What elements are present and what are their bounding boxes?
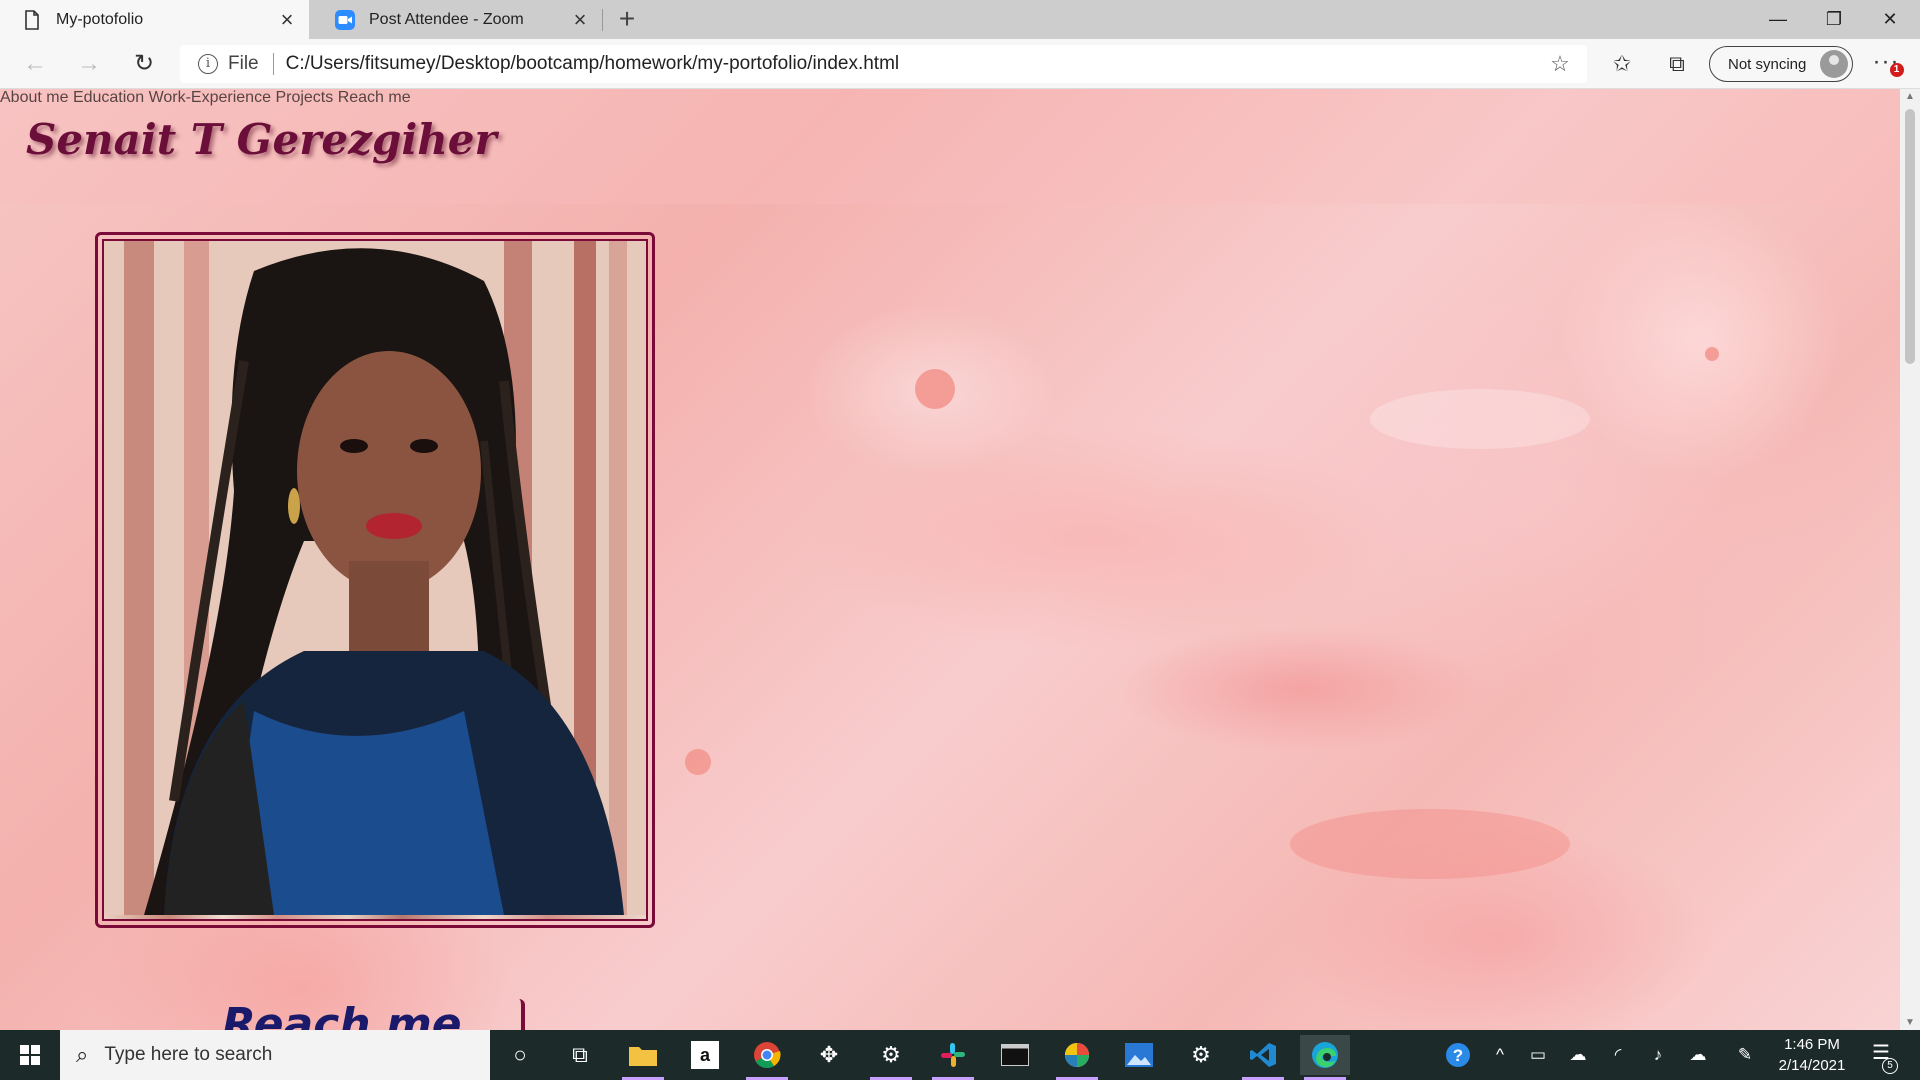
onedrive-icon[interactable]: ☁ bbox=[1683, 1030, 1713, 1080]
tab-title: My-potofolio bbox=[56, 10, 144, 28]
page-viewport: Senait T Gerezgiher About me Education W… bbox=[0, 89, 1900, 1030]
amazon-icon[interactable]: a bbox=[680, 1035, 730, 1075]
cloud-error-icon[interactable]: ☁ bbox=[1563, 1030, 1593, 1080]
search-icon: ⌕ bbox=[76, 1042, 89, 1067]
tab-my-potofolio[interactable]: My-potofolio × bbox=[0, 0, 309, 39]
battery-icon[interactable]: ▭ bbox=[1523, 1030, 1553, 1080]
file-explorer-icon[interactable] bbox=[618, 1035, 668, 1080]
scheme-label: File bbox=[228, 53, 259, 74]
browser-toolbar: ← → ↻ i File C:/Users/fitsumey/Desktop/b… bbox=[0, 39, 1920, 89]
scroll-up-icon[interactable]: ▲ bbox=[1904, 91, 1916, 102]
svg-text:?: ? bbox=[1453, 1046, 1463, 1065]
site-title: Senait T Gerezgiher bbox=[26, 115, 497, 164]
profile-photo bbox=[102, 239, 648, 921]
notification-count: 5 bbox=[1882, 1058, 1898, 1074]
dropbox-icon[interactable]: ✥ bbox=[804, 1035, 854, 1075]
portrait-illustration bbox=[104, 241, 646, 915]
help-icon[interactable]: ? bbox=[1440, 1030, 1476, 1080]
close-tab-icon[interactable]: × bbox=[566, 6, 594, 34]
tab-post-attendee-zoom[interactable]: Post Attendee - Zoom × bbox=[313, 0, 602, 39]
svg-text:a: a bbox=[700, 1045, 711, 1065]
taskbar-search-input[interactable]: ⌕ Type here to search bbox=[60, 1030, 490, 1080]
forward-icon[interactable]: → bbox=[72, 47, 106, 81]
tab-separator bbox=[602, 9, 603, 31]
close-window-icon[interactable]: ✕ bbox=[1862, 0, 1918, 39]
background-blob bbox=[1290, 809, 1570, 879]
background-blob bbox=[1705, 347, 1719, 361]
background-blob bbox=[1370, 389, 1590, 449]
section-rule bbox=[519, 999, 525, 1030]
profile-avatar-icon bbox=[1820, 50, 1848, 78]
task-view-icon[interactable]: ⧉ bbox=[555, 1035, 605, 1075]
vscode-icon[interactable] bbox=[1238, 1035, 1288, 1080]
pen-icon[interactable]: ✎ bbox=[1730, 1030, 1760, 1080]
address-bar[interactable]: i File C:/Users/fitsumey/Desktop/bootcam… bbox=[180, 45, 1587, 83]
slack-icon[interactable] bbox=[928, 1035, 978, 1080]
chrome-icon[interactable] bbox=[742, 1035, 792, 1080]
section-heading: Reach me bbox=[222, 999, 462, 1030]
page-scrollbar[interactable]: ▲ ▼ bbox=[1900, 89, 1920, 1030]
photos-icon[interactable] bbox=[1114, 1035, 1164, 1075]
wifi-icon[interactable]: ◜ bbox=[1603, 1030, 1633, 1080]
background-blob bbox=[915, 369, 955, 409]
sync-label: Not syncing bbox=[1728, 55, 1807, 73]
zoom-icon bbox=[335, 9, 355, 30]
tab-title: Post Attendee - Zoom bbox=[369, 10, 524, 28]
taskbar: ⌕ Type here to search ○ ⧉ a ✥ ⚙ ⚙ ? ^ ▭ bbox=[0, 1030, 1920, 1080]
clock-time: 1:46 PM bbox=[1784, 1036, 1840, 1053]
scroll-down-icon[interactable]: ▼ bbox=[1904, 1017, 1916, 1028]
tab-strip: My-potofolio × Post Attendee - Zoom × + … bbox=[0, 0, 1920, 39]
url-text[interactable]: C:/Users/fitsumey/Desktop/bootcamp/homew… bbox=[286, 53, 1545, 75]
edge-icon[interactable] bbox=[1300, 1035, 1350, 1080]
scroll-thumb[interactable] bbox=[1905, 109, 1915, 364]
clock-date: 2/14/2021 bbox=[1778, 1057, 1846, 1074]
show-hidden-icons-icon[interactable]: ^ bbox=[1485, 1030, 1515, 1080]
info-icon[interactable]: i bbox=[198, 54, 218, 74]
back-icon[interactable]: ← bbox=[18, 47, 52, 81]
windows-start-icon[interactable] bbox=[0, 1030, 60, 1080]
minimize-icon[interactable]: — bbox=[1750, 0, 1806, 39]
collections-icon[interactable]: ⧉ bbox=[1662, 49, 1692, 79]
profile-photo-frame bbox=[95, 232, 655, 928]
favorite-star-icon[interactable]: ☆ bbox=[1545, 51, 1575, 77]
restore-icon[interactable]: ❐ bbox=[1806, 0, 1862, 39]
volume-icon[interactable]: ♪ bbox=[1643, 1030, 1673, 1080]
search-placeholder: Type here to search bbox=[104, 1044, 273, 1065]
cortana-icon[interactable]: ○ bbox=[495, 1035, 545, 1075]
tools-icon[interactable]: ⚙ bbox=[1176, 1035, 1226, 1075]
terminal-icon[interactable] bbox=[990, 1035, 1040, 1075]
close-tab-icon[interactable]: × bbox=[273, 6, 301, 34]
settings-menu-icon[interactable]: ··· 1 bbox=[1868, 49, 1904, 79]
notifications-icon[interactable]: ☰ 5 bbox=[1866, 1040, 1898, 1074]
sync-button[interactable]: Not syncing bbox=[1709, 46, 1853, 82]
new-tab-icon[interactable]: + bbox=[612, 4, 642, 34]
photos-app-icon[interactable] bbox=[1052, 1035, 1102, 1080]
system-clock[interactable]: 1:46 PM 2/14/2021 bbox=[1772, 1034, 1852, 1076]
background-blob bbox=[685, 749, 711, 775]
reload-icon[interactable]: ↻ bbox=[127, 47, 161, 81]
settings-icon[interactable]: ⚙ bbox=[866, 1035, 916, 1080]
page-icon bbox=[22, 9, 42, 30]
menu-badge: 1 bbox=[1890, 63, 1904, 77]
address-divider bbox=[272, 53, 274, 75]
favorites-icon[interactable]: ✩ bbox=[1607, 49, 1637, 79]
